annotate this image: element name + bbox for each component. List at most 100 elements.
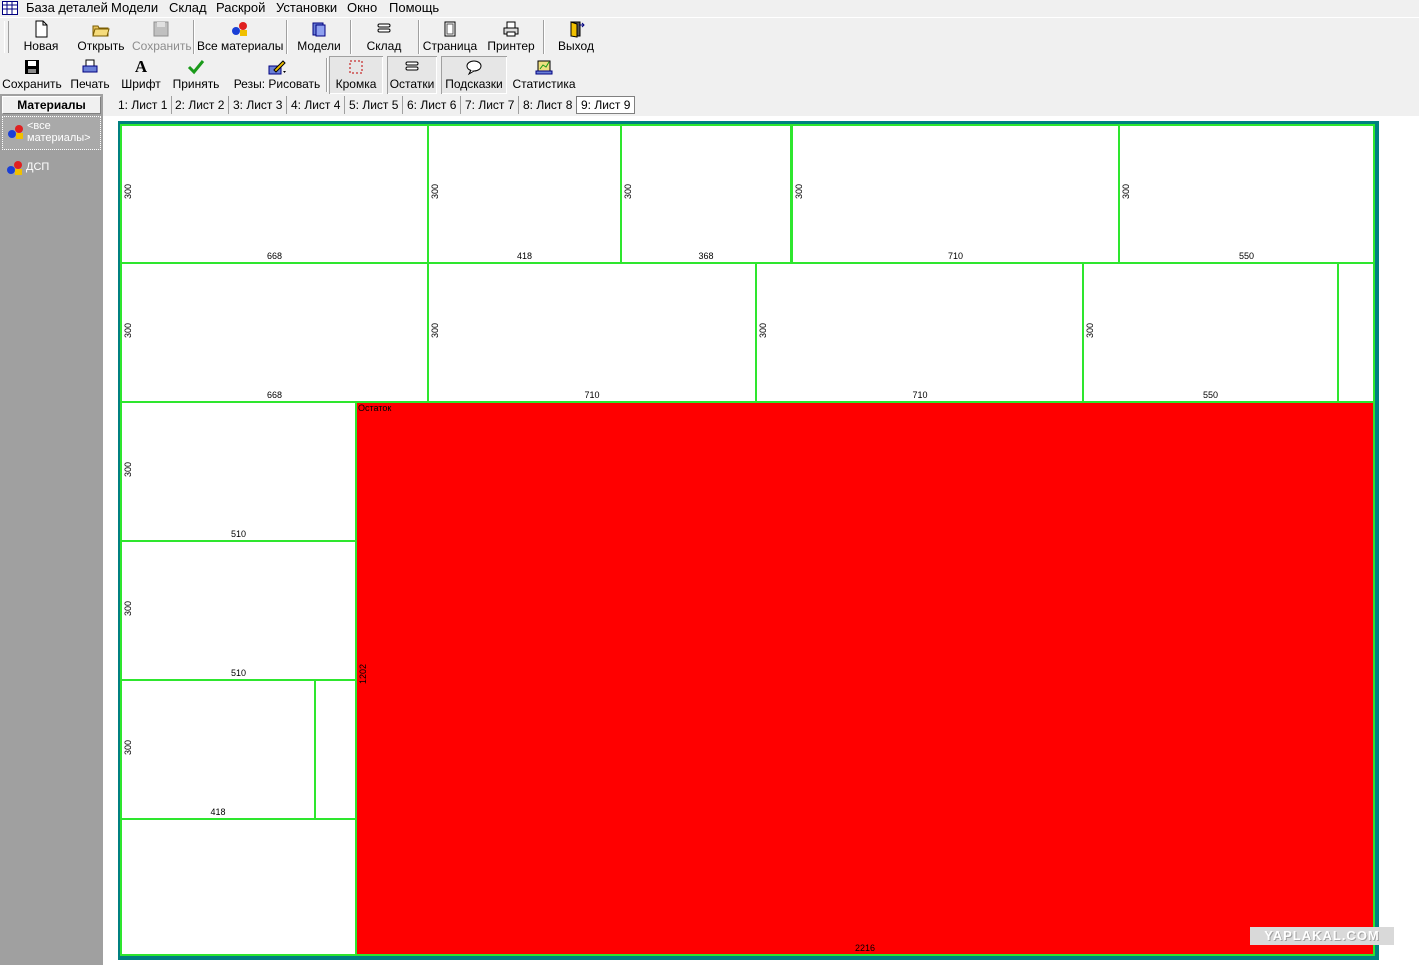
part-width-label: 710 bbox=[584, 390, 600, 400]
part-width-label: 668 bbox=[266, 251, 283, 261]
warehouse-button[interactable]: Склад bbox=[360, 18, 408, 56]
speech-bubble-icon bbox=[466, 60, 482, 76]
part-width-label: 710 bbox=[947, 251, 964, 261]
toolbar-separator bbox=[326, 58, 328, 92]
models-button[interactable]: Модели bbox=[294, 18, 344, 56]
new-button[interactable]: Новая bbox=[18, 18, 64, 56]
menu-settings[interactable]: Установки bbox=[276, 0, 337, 17]
menu-models[interactable]: Модели bbox=[111, 0, 158, 17]
part[interactable]: 300 550 bbox=[1118, 124, 1375, 264]
printer-icon bbox=[82, 59, 98, 73]
remnants-toggle[interactable]: Остатки bbox=[387, 56, 437, 94]
exit-button[interactable]: Выход bbox=[554, 18, 598, 56]
material-label-line2: материалы> bbox=[27, 132, 91, 144]
cutting-canvas[interactable]: 300 668 300 418 300 368 300 710 300 550 … bbox=[103, 116, 1419, 965]
tab-sheet-1[interactable]: 1: Лист 1 bbox=[114, 96, 173, 114]
page-button[interactable]: Страница bbox=[422, 18, 478, 56]
part-width-label: 550 bbox=[1202, 390, 1219, 400]
part[interactable]: 300 710 bbox=[791, 124, 1120, 264]
tab-sheet-5[interactable]: 5: Лист 5 bbox=[345, 96, 404, 114]
waste-strip[interactable] bbox=[314, 679, 357, 820]
part[interactable]: 300 368 bbox=[620, 124, 792, 264]
part-height-label: 300 bbox=[1121, 183, 1131, 199]
floppy-disk-icon bbox=[153, 21, 169, 37]
cutting-sheet[interactable]: 300 668 300 418 300 368 300 710 300 550 … bbox=[118, 121, 1379, 960]
part[interactable]: 300 550 bbox=[1082, 262, 1339, 403]
part-height-label: 300 bbox=[123, 600, 133, 616]
stack-icon bbox=[405, 61, 419, 71]
part-height-label: 300 bbox=[123, 739, 133, 755]
part[interactable]: 300 418 bbox=[427, 124, 622, 264]
app-icon bbox=[2, 1, 18, 15]
part-width-label: 668 bbox=[266, 390, 283, 400]
font-button[interactable]: A Шрифт bbox=[120, 56, 162, 94]
menu-warehouse[interactable]: Склад bbox=[169, 0, 207, 17]
part-width-label: 510 bbox=[230, 668, 247, 678]
tab-sheet-3[interactable]: 3: Лист 3 bbox=[229, 96, 288, 114]
material-label: ДСП bbox=[26, 161, 50, 173]
materials-icon bbox=[8, 125, 23, 139]
material-item-all[interactable]: <все материалы> bbox=[2, 116, 101, 150]
part[interactable]: 300 418 bbox=[120, 679, 316, 820]
materials-icon bbox=[7, 161, 22, 175]
stack-icon bbox=[377, 23, 391, 33]
tab-sheet-7[interactable]: 7: Лист 7 bbox=[461, 96, 520, 114]
all-materials-button[interactable]: Все материалы bbox=[197, 18, 283, 56]
remnant-area[interactable]: Остаток 1202 2216 bbox=[355, 401, 1375, 956]
menu-cutting[interactable]: Раскрой bbox=[216, 0, 265, 17]
material-item-dsp[interactable]: ДСП bbox=[2, 156, 101, 178]
part-width-label: 550 bbox=[1238, 251, 1255, 261]
statistics-button[interactable]: Статистика bbox=[512, 56, 576, 94]
hints-toggle[interactable]: Подсказки bbox=[441, 56, 507, 94]
printer-button[interactable]: Принтер bbox=[486, 18, 536, 56]
print-button[interactable]: Печать bbox=[68, 56, 112, 94]
part[interactable]: 300 510 bbox=[120, 401, 357, 542]
toolbar-separator bbox=[193, 20, 195, 54]
edge-toggle[interactable]: Кромка bbox=[329, 56, 383, 94]
cut-draw-dropdown[interactable]: Резы: Рисовать bbox=[232, 56, 322, 94]
part-width-label: 418 bbox=[516, 251, 533, 261]
remnant-label: Остаток bbox=[358, 403, 392, 413]
material-label-line1: <все bbox=[27, 120, 51, 132]
part[interactable]: 300 668 bbox=[120, 262, 429, 403]
materials-panel: Материалы <все материалы> ДСП bbox=[0, 94, 103, 965]
tab-sheet-6[interactable]: 6: Лист 6 bbox=[403, 96, 462, 114]
toolbar-separator bbox=[286, 20, 288, 54]
folder-open-icon bbox=[92, 25, 110, 37]
waste-strip[interactable] bbox=[1337, 262, 1375, 403]
sheet-toolbar: Сохранить Печать A Шрифт Принять Резы: Р… bbox=[0, 56, 1419, 95]
exit-door-icon bbox=[570, 21, 585, 38]
tab-sheet-4[interactable]: 4: Лист 4 bbox=[287, 96, 346, 114]
part-height-label: 300 bbox=[623, 183, 633, 199]
menu-help[interactable]: Помощь bbox=[389, 0, 439, 17]
menu-window[interactable]: Окно bbox=[347, 0, 377, 17]
toolbar-separator bbox=[350, 20, 352, 54]
save-button-disabled[interactable]: Сохранить bbox=[132, 18, 192, 56]
font-a-icon: A bbox=[134, 57, 148, 76]
save-sheet-button[interactable]: Сохранить bbox=[2, 56, 62, 94]
part[interactable]: 300 510 bbox=[120, 540, 357, 681]
models-icon bbox=[312, 22, 326, 37]
tab-sheet-8[interactable]: 8: Лист 8 bbox=[519, 96, 578, 114]
checkmark-icon bbox=[187, 60, 205, 75]
part[interactable]: 300 668 bbox=[120, 124, 429, 264]
page-icon bbox=[444, 21, 456, 37]
sheet-tabs: 1: Лист 1 2: Лист 2 3: Лист 3 4: Лист 4 … bbox=[103, 94, 1419, 116]
accept-button[interactable]: Принять bbox=[170, 56, 222, 94]
tab-sheet-9[interactable]: 9: Лист 9 bbox=[576, 96, 636, 114]
watermark: YAPLAKAL.COM bbox=[1250, 927, 1394, 945]
open-button[interactable]: Открыть bbox=[74, 18, 128, 56]
tab-sheet-2[interactable]: 2: Лист 2 bbox=[171, 96, 230, 114]
part[interactable]: 300 710 bbox=[755, 262, 1085, 403]
part-height-label: 300 bbox=[123, 322, 133, 338]
floppy-disk-icon bbox=[25, 60, 39, 74]
waste-area[interactable] bbox=[120, 818, 357, 956]
menu-parts-db[interactable]: База деталей bbox=[26, 0, 108, 17]
part-width-label: 510 bbox=[230, 529, 247, 539]
statistics-icon bbox=[535, 60, 553, 75]
pencil-ruler-icon bbox=[268, 60, 286, 75]
menu-bar: База деталей Модели Склад Раскрой Устано… bbox=[0, 0, 1419, 17]
part[interactable]: 300 710 bbox=[427, 262, 757, 403]
new-file-icon bbox=[35, 20, 48, 38]
toolbar-grip[interactable] bbox=[4, 21, 9, 53]
